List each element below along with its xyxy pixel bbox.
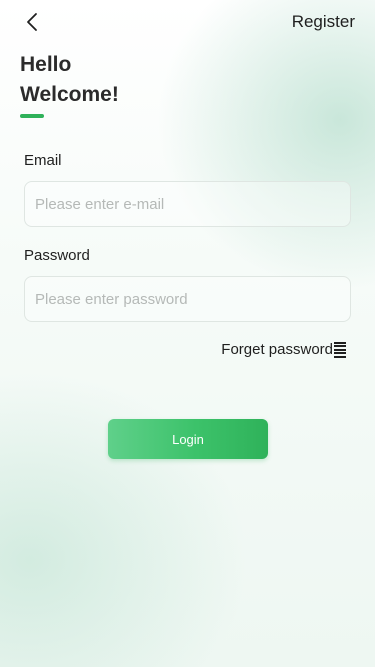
register-link[interactable]: Register: [292, 12, 355, 32]
email-input[interactable]: [24, 181, 351, 227]
greeting-welcome: Welcome!: [20, 83, 119, 106]
greeting-underline: [20, 114, 44, 118]
forget-password-label: Forget password: [221, 341, 333, 358]
greeting-hello: Hello: [20, 53, 72, 76]
greeting: Hello Welcome!: [20, 50, 119, 118]
forget-password-link[interactable]: Forget password: [221, 341, 346, 358]
menu-lines-icon: [334, 341, 346, 358]
back-button[interactable]: [20, 10, 44, 34]
login-button[interactable]: Login: [108, 419, 268, 459]
top-bar: Register: [0, 0, 375, 44]
password-label: Password: [24, 247, 90, 264]
chevron-left-icon: [27, 13, 37, 31]
password-input[interactable]: [24, 276, 351, 322]
email-label: Email: [24, 152, 62, 169]
